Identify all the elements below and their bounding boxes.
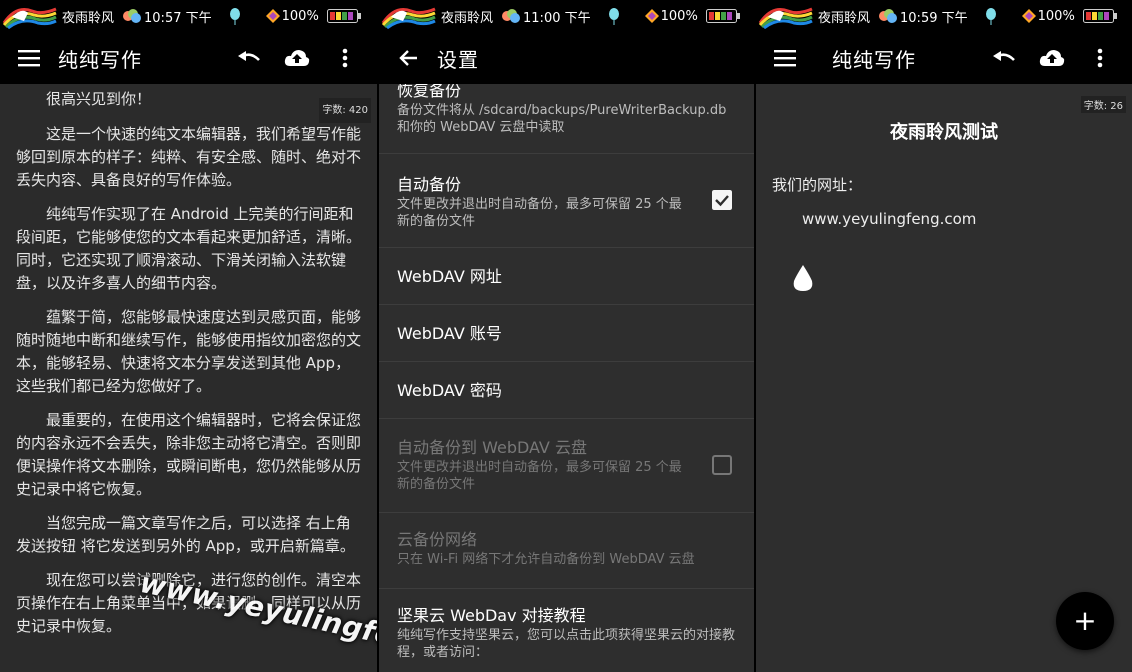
status-bar: 夜雨聆风 10:59 下午 100% (756, 0, 1132, 32)
editor-paragraph: 很高兴见到你！ (46, 90, 152, 108)
carrier-name: 夜雨聆风 (818, 10, 871, 26)
editor-paragraph: 蕴繁于简，您能够最快速度达到灵感页面，能够随时随地中断和继续写作，能够使用指纹加… (16, 308, 362, 395)
water-drop-icon[interactable] (792, 264, 814, 292)
app-logo-icon (758, 7, 813, 29)
back-button[interactable] (379, 32, 437, 84)
add-button[interactable]: + (1056, 592, 1114, 650)
settings-item-subtitle: 文件更改并退出时自动备份，最多可保留 25 个最新的备份文件 (397, 460, 682, 492)
status-bar: 夜雨聆风 10:57 下午 100% (0, 0, 377, 32)
settings-item-title: 坚果云 WebDav 对接教程 (397, 606, 586, 625)
cloud-status-icon (502, 9, 521, 23)
document-screen: 夜雨聆风 10:59 下午 100% 纯纯写作 字数: 26 夜雨聆风测试 我们… (756, 0, 1132, 672)
balloon-icon (229, 8, 240, 25)
app-title: 纯纯写作 (832, 47, 916, 72)
app-logo-icon (381, 7, 436, 29)
signal-gem-icon (644, 9, 659, 23)
checkbox-icon[interactable] (712, 190, 732, 210)
app-bar: 纯纯写作 (756, 32, 1132, 84)
app-bar: 设置 (379, 32, 754, 84)
editor-paragraph: 最重要的，在使用这个编辑器时，它将会保证您的内容永远不会丢失，除非您主动将它清空… (16, 411, 362, 498)
settings-item-subtitle: 备份文件将从 /sdcard/backups/PureWriterBackup.… (397, 103, 727, 135)
arrow-back-icon (399, 50, 417, 66)
settings-item-webdav-password[interactable]: WebDAV 密码 (379, 362, 754, 419)
settings-item-webdav-url[interactable]: WebDAV 网址 (379, 248, 754, 305)
settings-item-title: 恢复备份 (397, 84, 462, 100)
settings-item-title: 云备份网络 (397, 530, 478, 549)
settings-item-title: 自动备份到 WebDAV 云盘 (397, 438, 587, 457)
checkbox-icon (712, 455, 732, 475)
document-editor[interactable]: 字数: 26 夜雨聆风测试 我们的网址： www.yeyulingfeng.co… (756, 84, 1132, 672)
settings-item-webdav-account[interactable]: WebDAV 账号 (379, 305, 754, 362)
battery-percent: 100% (660, 8, 698, 24)
carrier-name: 夜雨聆风 (62, 10, 115, 26)
battery-percent: 100% (281, 8, 319, 24)
undo-icon (238, 51, 260, 61)
signal-gem-icon (1021, 9, 1036, 23)
editor-paragraph: 当您完成一篇文章写作之后，可以选择 右上角发送按钮 将它发送到另外的 App，或… (16, 514, 355, 555)
cloud-status-icon (123, 9, 142, 23)
cloud-status-icon (879, 9, 898, 23)
cloud-upload-icon (284, 50, 310, 66)
battery-icon (1082, 9, 1117, 23)
battery-percent: 100% (1037, 8, 1075, 24)
settings-item-title: WebDAV 密码 (397, 381, 502, 400)
settings-item-subtitle: 文件更改并退出时自动备份，最多可保留 25 个最新的备份文件 (397, 197, 682, 229)
settings-item-cloud-network: 云备份网络 只在 Wi-Fi 网络下才允许自动备份到 WebDAV 云盘 (379, 513, 754, 589)
settings-item-title: WebDAV 账号 (397, 324, 502, 343)
menu-button[interactable] (756, 32, 814, 84)
editor-paragraph: 这是一个快速的纯文本编辑器，我们希望写作能够回到原本的样子：纯粹、有安全感、随时… (16, 125, 362, 189)
settings-screen: 夜雨聆风 11:00 下午 100% 设置 恢复备份 备份文件将从 /sdcar… (379, 0, 754, 672)
cloud-upload-icon (1039, 50, 1065, 66)
undo-button[interactable] (980, 32, 1028, 84)
document-url: www.yeyulingfeng.com (802, 210, 977, 228)
battery-icon (705, 9, 740, 23)
status-bar: 夜雨聆风 11:00 下午 100% (379, 0, 754, 32)
more-options-button[interactable] (321, 32, 369, 84)
settings-item-auto-backup-webdav: 自动备份到 WebDAV 云盘 文件更改并退出时自动备份，最多可保留 25 个最… (379, 419, 754, 513)
menu-icon (18, 50, 40, 67)
menu-icon (774, 50, 796, 67)
word-count: 字数: 26 (1080, 96, 1126, 113)
balloon-icon (985, 8, 996, 25)
undo-button[interactable] (225, 32, 273, 84)
settings-item-auto-backup[interactable]: 自动备份 文件更改并退出时自动备份，最多可保留 25 个最新的备份文件 (379, 154, 754, 248)
undo-icon (993, 51, 1015, 61)
word-count: 字数: 420 (319, 98, 371, 123)
app-title: 纯纯写作 (58, 47, 142, 72)
more-vert-icon (1097, 48, 1103, 68)
more-vert-icon (342, 48, 348, 68)
settings-item-title: WebDAV 网址 (397, 267, 502, 286)
settings-item-subtitle: 只在 Wi-Fi 网络下才允许自动备份到 WebDAV 云盘 (397, 552, 695, 567)
document-label: 我们的网址： (772, 176, 863, 194)
add-icon: + (1073, 604, 1097, 637)
editor-paragraph: 纯纯写作实现了在 Android 上完美的行间距和段间距，它能够使您的文本看起来… (16, 205, 362, 292)
cloud-upload-button[interactable] (1028, 32, 1076, 84)
settings-item-subtitle: 纯纯写作支持坚果云，您可以点击此项获得坚果云的对接教程，或者访问： (397, 628, 736, 660)
app-logo-icon (2, 7, 57, 29)
settings-item-jianguoyun-tutorial[interactable]: 坚果云 WebDav 对接教程 纯纯写作支持坚果云，您可以点击此项获得坚果云的对… (379, 589, 754, 672)
settings-item-title: 自动备份 (397, 175, 462, 194)
settings-list: 恢复备份 备份文件将从 /sdcard/backups/PureWriterBa… (379, 84, 754, 672)
status-time: 10:59 下午 (900, 10, 968, 26)
status-time: 10:57 下午 (144, 10, 212, 26)
battery-icon (326, 9, 361, 23)
app-bar: 纯纯写作 (0, 32, 377, 84)
menu-button[interactable] (0, 32, 58, 84)
signal-gem-icon (265, 9, 280, 23)
balloon-icon (608, 8, 619, 25)
carrier-name: 夜雨聆风 (441, 10, 494, 26)
status-time: 11:00 下午 (523, 10, 591, 26)
editor-screen: 夜雨聆风 10:57 下午 100% 纯纯写作 字数: 420 很高兴见到你！ … (0, 0, 377, 672)
settings-item-restore-backup[interactable]: 恢复备份 备份文件将从 /sdcard/backups/PureWriterBa… (379, 84, 754, 154)
more-options-button[interactable] (1076, 32, 1124, 84)
document-title: 夜雨聆风测试 (890, 122, 998, 143)
page-title: 设置 (437, 47, 479, 72)
cloud-upload-button[interactable] (273, 32, 321, 84)
